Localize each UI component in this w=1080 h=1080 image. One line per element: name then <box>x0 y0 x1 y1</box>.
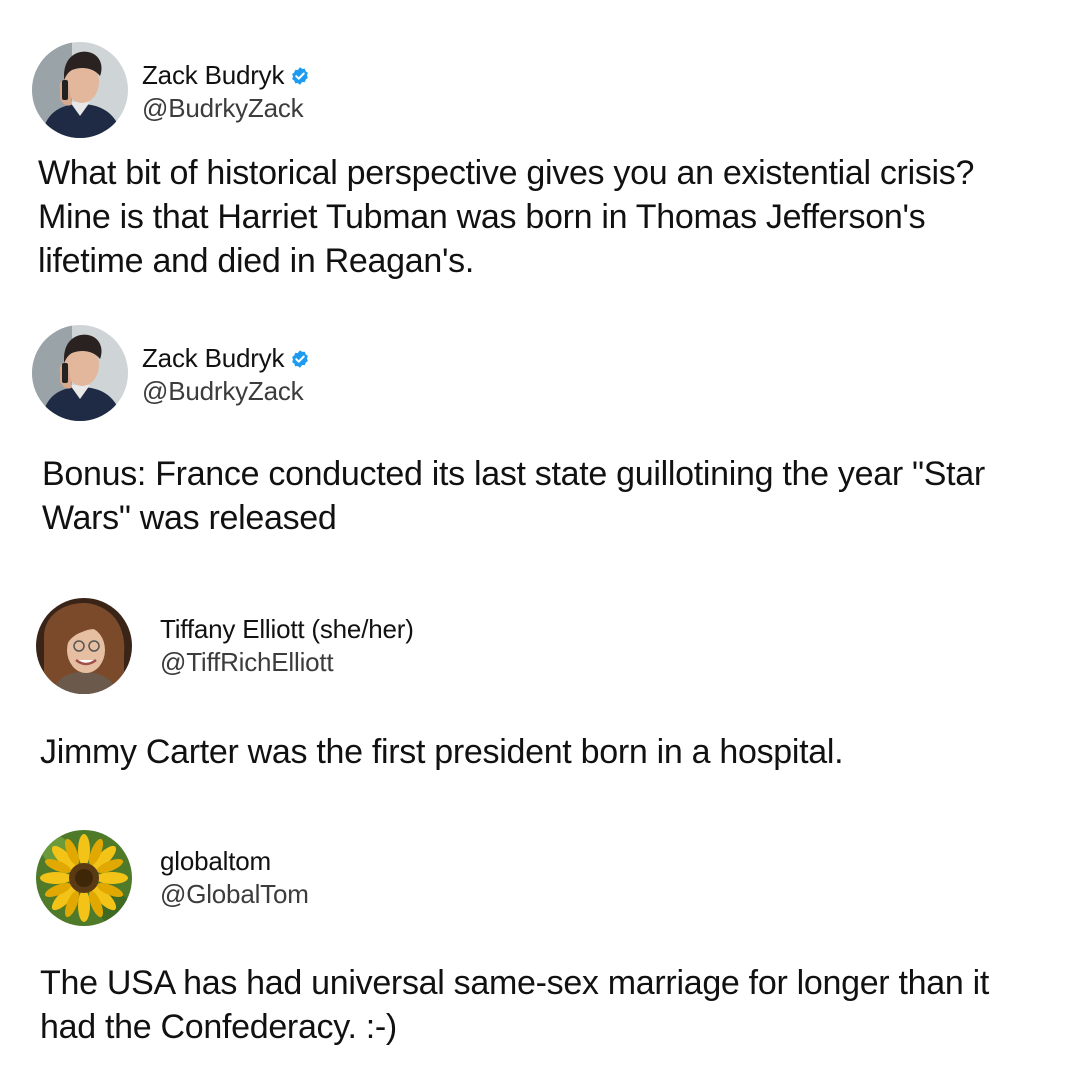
author-name-row: Zack Budryk <box>142 343 310 374</box>
tweet-text: Bonus: France conducted its last state g… <box>42 455 985 537</box>
tweet-text: The USA has had universal same-sex marri… <box>40 964 989 1046</box>
display-name[interactable]: Tiffany Elliott (she/her) <box>160 614 414 645</box>
author-name-row: Zack Budryk <box>142 60 310 91</box>
sunflower-avatar-icon <box>36 830 132 926</box>
tweet-text: Jimmy Carter was the first president bor… <box>40 733 844 771</box>
display-name[interactable]: Zack Budryk <box>142 60 284 91</box>
verified-badge-icon <box>290 349 310 369</box>
avatar[interactable] <box>36 598 132 694</box>
man-on-phone-avatar-icon <box>32 325 128 421</box>
tweet-text: What bit of historical perspective gives… <box>38 154 975 280</box>
author-handle[interactable]: @GlobalTom <box>160 879 309 910</box>
display-name[interactable]: globaltom <box>160 846 271 877</box>
man-on-phone-avatar-icon <box>32 42 128 138</box>
author-handle[interactable]: @TiffRichElliott <box>160 647 334 678</box>
author-name-row: Tiffany Elliott (she/her) <box>160 614 414 645</box>
avatar[interactable] <box>32 42 128 138</box>
author-handle[interactable]: @BudrkyZack <box>142 93 304 124</box>
verified-badge-icon <box>290 66 310 86</box>
woman-with-glasses-avatar-icon <box>36 598 132 694</box>
avatar[interactable] <box>32 325 128 421</box>
author-handle[interactable]: @BudrkyZack <box>142 376 304 407</box>
display-name[interactable]: Zack Budryk <box>142 343 284 374</box>
author-name-row: globaltom <box>160 846 271 877</box>
avatar[interactable] <box>36 830 132 926</box>
